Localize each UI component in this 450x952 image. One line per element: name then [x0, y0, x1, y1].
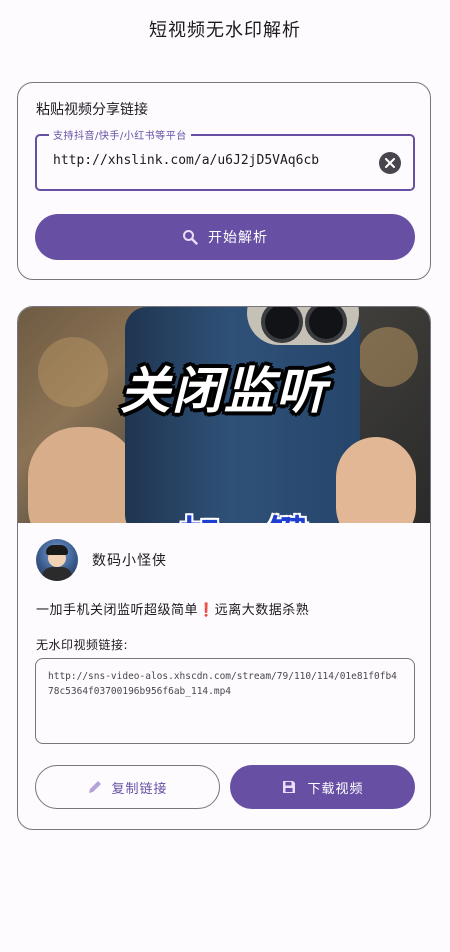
- thumbnail-overlay-text: 关闭监听: [120, 362, 328, 420]
- search-icon: [183, 230, 198, 245]
- download-video-label: 下载视频: [307, 781, 364, 797]
- avatar: [36, 539, 78, 581]
- author-row: 数码小怪侠: [36, 539, 167, 581]
- camera-lens: [305, 307, 347, 343]
- link-input-card: 粘贴视频分享链接 支持抖音/快手/小红书等平台 http://xhslink.c…: [17, 82, 431, 280]
- exclamation-icon: ❗: [198, 603, 215, 618]
- no-watermark-link-label: 无水印视频链接:: [36, 638, 129, 652]
- video-title-tail: 远离大数据杀熟: [214, 603, 310, 618]
- video-title-text: 一加手机关闭监听超级简单: [36, 603, 199, 618]
- action-buttons: 复制链接 下载视频: [35, 765, 415, 809]
- card-heading: 粘贴视频分享链接: [36, 102, 148, 118]
- share-link-field[interactable]: 支持抖音/快手/小红书等平台 http://xhslink.com/a/u6J2…: [35, 127, 415, 191]
- result-card: 关闭监听 一加一键 数码小怪侠 一加手机关闭监听超级简单❗远离大数据杀熟 无水印…: [17, 306, 431, 830]
- save-icon: [283, 781, 296, 793]
- close-circle-icon: [385, 158, 395, 168]
- video-link-field[interactable]: http://sns-video-alos.xhscdn.com/stream/…: [35, 658, 415, 744]
- copy-link-button[interactable]: 复制链接: [35, 765, 220, 809]
- app-title: 短视频无水印解析: [149, 20, 301, 41]
- parse-button-label: 开始解析: [208, 230, 268, 246]
- download-video-button[interactable]: 下载视频: [230, 765, 415, 809]
- camera-lens: [261, 307, 303, 343]
- pencil-icon: [89, 781, 102, 793]
- thumbnail-overlay-text-2: 一加一键: [18, 503, 430, 523]
- clear-input-button[interactable]: [379, 152, 401, 174]
- parse-button[interactable]: 开始解析: [35, 214, 415, 260]
- copy-link-label: 复制链接: [111, 781, 168, 797]
- camera-module: [247, 307, 359, 345]
- share-link-input[interactable]: http://xhslink.com/a/u6J2jD5VAq6cb: [53, 153, 319, 168]
- video-thumbnail[interactable]: 关闭监听 一加一键: [18, 307, 430, 523]
- author-name: 数码小怪侠: [92, 553, 167, 569]
- video-title: 一加手机关闭监听超级简单❗远离大数据杀熟: [36, 599, 309, 618]
- share-link-field-label: 支持抖音/快手/小红书等平台: [49, 127, 191, 142]
